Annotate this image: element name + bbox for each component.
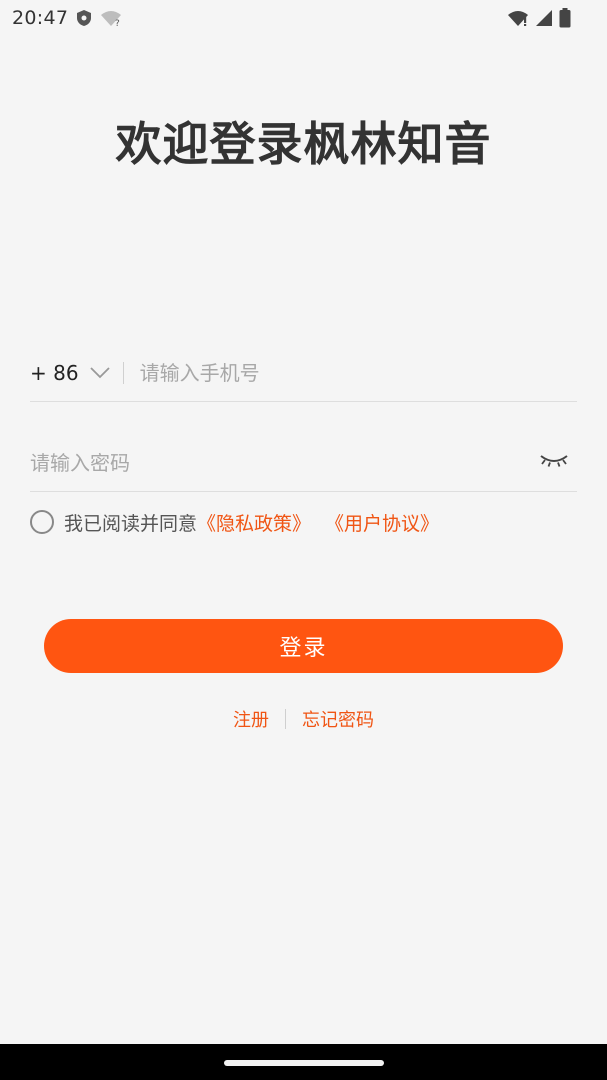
chevron-down-icon <box>89 361 111 385</box>
link-divider <box>285 709 286 729</box>
agreement-text: 我已阅读并同意 <box>64 512 198 535</box>
shield-icon <box>76 9 92 27</box>
password-input-row <box>30 434 577 492</box>
eye-closed-icon[interactable] <box>539 450 569 474</box>
status-bar: 20:47 ? <box>0 0 607 36</box>
status-bar-right <box>507 8 571 28</box>
wifi-question-icon: ? <box>100 9 122 27</box>
agree-checkbox[interactable] <box>30 510 54 534</box>
navigation-bar <box>0 1044 607 1080</box>
home-indicator[interactable] <box>224 1060 384 1066</box>
battery-icon <box>559 8 571 28</box>
register-link[interactable]: 注册 <box>233 706 269 732</box>
page-title: 欢迎登录枫林知音 <box>115 117 492 171</box>
input-divider <box>122 361 124 384</box>
login-button[interactable]: 登录 <box>44 619 563 673</box>
auth-links: 注册 忘记密码 <box>0 705 607 733</box>
status-time: 20:47 <box>12 7 69 29</box>
country-code: + 86 <box>30 360 79 385</box>
password-input[interactable] <box>30 434 577 491</box>
svg-text:?: ? <box>115 19 120 27</box>
forgot-password-link[interactable]: 忘记密码 <box>302 706 374 732</box>
privacy-policy-link[interactable]: 《隐私政策》 <box>197 509 311 536</box>
signal-icon <box>535 9 553 27</box>
phone-input-row: + 86 <box>30 344 577 402</box>
agreement-row: 我已阅读并同意 《隐私政策》 《用户协议》 <box>30 508 439 536</box>
phone-input[interactable] <box>139 344 577 401</box>
status-bar-left: 20:47 ? <box>12 7 122 29</box>
user-agreement-link[interactable]: 《用户协议》 <box>325 509 439 536</box>
wifi-alert-icon <box>507 9 529 27</box>
country-code-selector[interactable]: + 86 <box>30 361 111 385</box>
